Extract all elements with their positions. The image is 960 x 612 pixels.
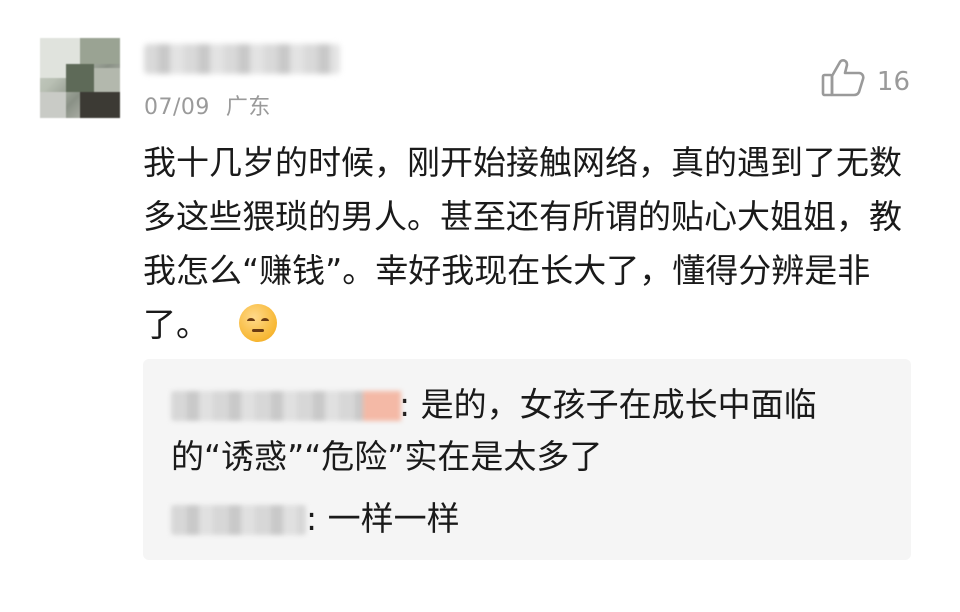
user-avatar[interactable] <box>40 38 120 118</box>
reply-text: : 一样一样 <box>306 499 460 538</box>
thumbs-up-icon <box>821 58 865 105</box>
reply-item[interactable]: : 是的，女孩子在成长中面临的“诱惑”“危险”实在是太多了 <box>171 379 887 483</box>
like-count: 16 <box>876 66 910 97</box>
replies-box[interactable]: : 是的，女孩子在成长中面临的“诱惑”“危险”实在是太多了 : 一样一样 <box>143 359 911 560</box>
reply-author-blurred[interactable] <box>171 505 306 535</box>
comment-meta: 07/09 广东 <box>144 89 271 121</box>
like-button[interactable]: 16 <box>821 58 910 105</box>
comment-body: 我十几岁的时候，刚开始接触网络，真的遇到了无数多这些猥琐的男人。甚至还有所谓的贴… <box>143 136 903 352</box>
comment-location: 广东 <box>225 95 271 120</box>
pensive-face-emoji-icon <box>239 304 277 342</box>
reply-author-blurred[interactable] <box>171 391 401 421</box>
reply-item[interactable]: : 一样一样 <box>171 493 887 545</box>
comment-date: 07/09 <box>144 95 210 120</box>
username-blurred[interactable] <box>144 44 340 74</box>
